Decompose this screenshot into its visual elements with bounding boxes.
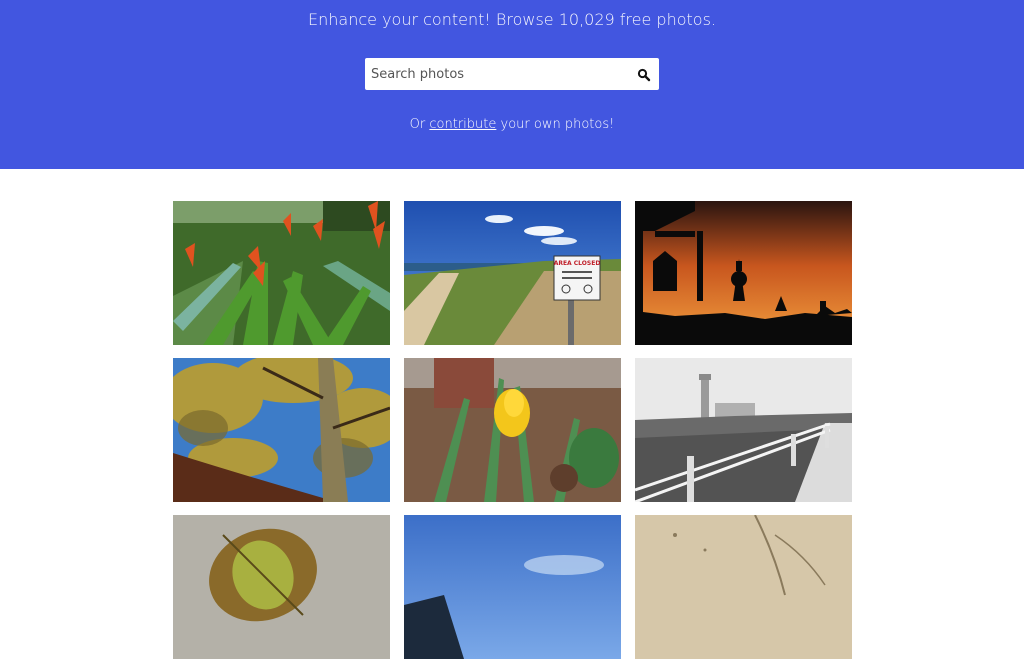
photo-tile[interactable] bbox=[404, 358, 621, 502]
contrib-prefix: Or bbox=[409, 117, 430, 132]
tagline: Enhance your content! Browse 10,029 free… bbox=[308, 10, 716, 29]
photo-tile[interactable]: AREA CLOSED bbox=[404, 201, 621, 345]
photo-tile[interactable] bbox=[635, 515, 852, 659]
search-input[interactable] bbox=[365, 59, 631, 89]
photo-tile[interactable] bbox=[173, 515, 390, 659]
photo-tile[interactable] bbox=[173, 201, 390, 345]
contrib-suffix: your own photos! bbox=[496, 117, 615, 132]
photo-grid: AREA CLOSED bbox=[173, 201, 852, 659]
contribute-line: Or contribute your own photos! bbox=[0, 117, 1024, 132]
contribute-link[interactable]: contribute bbox=[429, 117, 496, 132]
photo-tile[interactable] bbox=[635, 201, 852, 345]
photo-tile[interactable] bbox=[404, 515, 621, 659]
photo-tile[interactable] bbox=[635, 358, 852, 502]
hero-banner: Enhance your content! Browse 10,029 free… bbox=[0, 0, 1024, 169]
search-box[interactable] bbox=[365, 58, 659, 90]
photo-tile[interactable] bbox=[173, 358, 390, 502]
search-icon[interactable] bbox=[637, 67, 651, 82]
sign-text: AREA CLOSED bbox=[554, 260, 601, 267]
